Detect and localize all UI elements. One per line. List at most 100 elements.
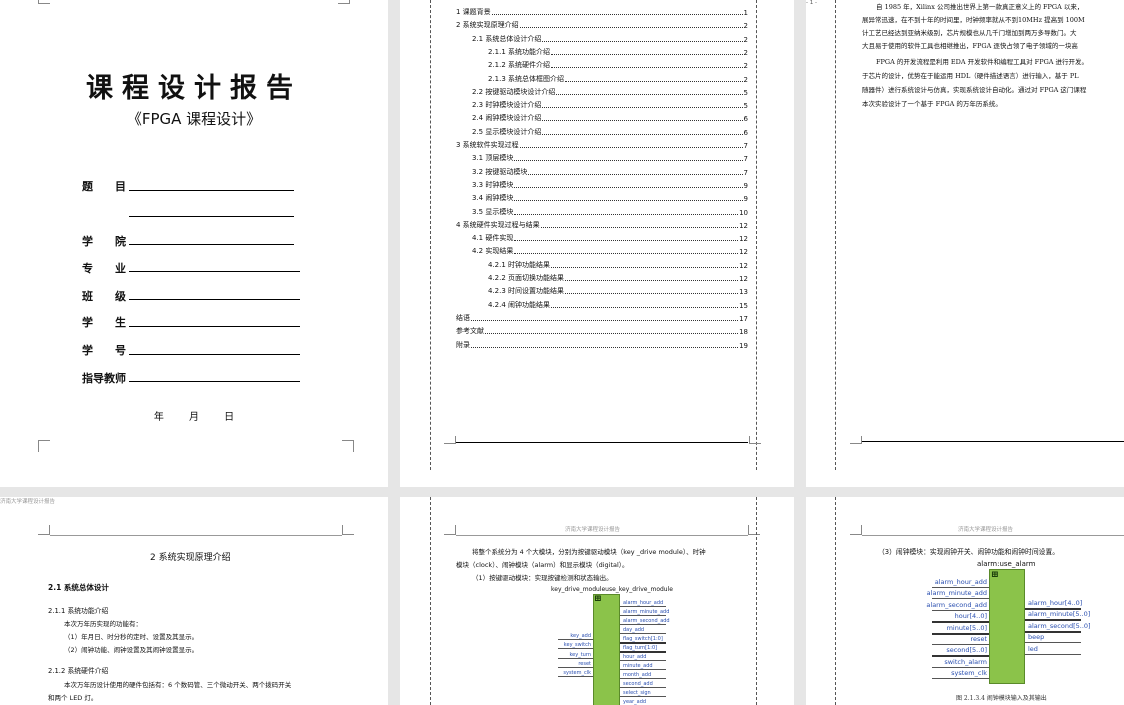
toc-entry[interactable]: 1 课题背景 1 — [456, 8, 748, 17]
output-port-line — [620, 615, 666, 616]
toc-leader — [565, 293, 739, 295]
output-port-label: alarm_minute_add — [623, 609, 670, 615]
output-port-line — [620, 642, 666, 644]
toc-entry[interactable]: 2 系统实现原理介绍 2 — [456, 21, 748, 30]
field-label-topic: 题 目 — [82, 180, 126, 193]
toc-entry[interactable]: 3.4 闹钟模块 9 — [472, 194, 748, 203]
output-port-line — [620, 669, 666, 670]
input-port-label: system_clk — [563, 670, 591, 677]
toc-entry-page: 6 — [743, 128, 748, 137]
toc-leader — [471, 346, 739, 348]
input-port-line — [932, 666, 989, 668]
toc-entry-title: 3.1 顶层模块 — [472, 154, 514, 163]
running-header: 济南大学课程设计报告 — [565, 527, 621, 533]
input-port-label: minute[5..0] — [946, 623, 987, 632]
input-port-line — [932, 644, 989, 645]
toc-entry[interactable]: 结语 17 — [456, 314, 748, 323]
key-drive-page[interactable]: 济南大学课程设计报告 将整个系统分为 4 个大模块，分别为按键驱动模块（key … — [400, 497, 794, 705]
chapter2-page[interactable]: 济南大学课程设计报告 2 系统实现原理介绍 2.1 系统总体设计 2.1.1 系… — [0, 497, 388, 705]
toc-entry[interactable]: 2.1.1 系统功能介绍 2 — [488, 48, 748, 57]
body-line: 于芯片的设计，优势在于能运用 HDL（硬件描述语言）进行输入，基于 PL — [862, 72, 1079, 80]
toc-entry[interactable]: 4 系统硬件实现过程与结果 12 — [456, 221, 748, 230]
output-port-label: flag_switch[1:0] — [623, 636, 663, 642]
toc-entry-page: 10 — [739, 208, 748, 217]
toc-entry[interactable]: 4.2.2 页面切换功能结果 12 — [488, 274, 748, 283]
toc-entry[interactable]: 3.5 显示模块 10 — [472, 208, 748, 217]
toc-entry-title: 2.1.3 系统总体框图介绍 — [488, 74, 565, 83]
toc-entry-page: 2 — [743, 48, 748, 57]
body-line: 和两个 LED 灯。 — [48, 694, 98, 702]
cover-page[interactable]: 课程设计报告 《FPGA 课程设计》 题 目 学 院 专 业 班 级 学 生 学… — [0, 0, 388, 487]
toc-entry[interactable]: 4.1 硬件实现 12 — [472, 234, 748, 243]
output-port-label: beep — [1028, 633, 1045, 642]
toc-leader — [514, 160, 743, 162]
toc-entry[interactable]: 2.1.3 系统总体框图介绍 2 — [488, 75, 748, 84]
toc-entry[interactable]: 4.2 实现结果 12 — [472, 247, 748, 256]
input-port-label: reset — [970, 635, 987, 643]
input-port-label: alarm_second_add — [926, 600, 987, 609]
body-line: 本次实验设计了一个基于 FPGA 的万年历系统。 — [862, 100, 1002, 108]
output-port-line — [620, 633, 666, 634]
toc-entry-title: 3 系统软件实现过程 — [456, 141, 519, 149]
module-title: key_drive_moduleuse_key_drive_module — [551, 586, 673, 593]
section-heading: 2.1 系统总体设计 — [48, 583, 109, 592]
input-port-line — [558, 676, 593, 678]
toc-entry-title: 3.3 时钟模块 — [472, 180, 514, 189]
output-port-label: alarm_hour[4..0] — [1028, 599, 1083, 607]
toc-entry[interactable]: 2.4 闹钟模块设计介绍 6 — [472, 114, 748, 123]
toc-entry[interactable]: 2.3 时钟模块设计介绍 5 — [472, 101, 748, 110]
background-page[interactable]: 自 1985 年，Xilinx 公司推出世界上第一款真正意义上的 FPGA 以来… — [806, 0, 1124, 487]
toc-entry-page: 7 — [743, 155, 748, 164]
toc-leader — [514, 213, 739, 215]
output-port-label: hour_add — [623, 654, 647, 660]
toc-entry-title: 参考文献 — [456, 327, 484, 336]
input-port-line — [932, 587, 989, 588]
input-port-label: reset — [578, 660, 591, 667]
output-port-label: alarm_minute[5..0] — [1028, 610, 1091, 619]
toc-entry[interactable]: 4.2.4 闹钟功能结果 15 — [488, 301, 748, 310]
toc-entry[interactable]: 3.3 时钟模块 9 — [472, 181, 748, 190]
toc-entry[interactable]: 3.1 顶层模块 7 — [472, 154, 748, 163]
toc-entry[interactable]: 3 系统软件实现过程 7 — [456, 141, 748, 150]
toc-entry-page: 5 — [743, 88, 748, 97]
field-label-college: 学 院 — [82, 235, 126, 248]
input-port-line — [558, 639, 593, 640]
input-port-line — [558, 657, 593, 659]
figure-caption: 图 2.1.3.4 闹钟模块输入及其输出 — [956, 695, 1047, 702]
body-line: （1）年月日、时分秒的定时、设置及其显示。 — [64, 633, 199, 641]
toc-entry[interactable]: 4.2.3 时间设置功能结果 13 — [488, 287, 748, 296]
toc-entry-page: 6 — [743, 115, 748, 124]
toc-entry-page: 5 — [743, 102, 748, 111]
output-port-label: day_add — [623, 627, 645, 633]
input-port-label: switch_alarm — [944, 657, 987, 666]
alarm-page[interactable]: 济南大学课程设计报告 （3）闹钟模块：实现闹钟开关、闹钟功能和闹钟时间设置。 a… — [806, 497, 1124, 705]
field-label-advisor: 指导教师 — [82, 372, 126, 385]
toc-entry[interactable]: 3.2 按键驱动模块 7 — [472, 168, 748, 177]
toc-entry[interactable]: 2.2 按键驱动模块设计介绍 5 — [472, 88, 748, 97]
toc-leader — [514, 240, 739, 242]
toc-entry[interactable]: 2.1.2 系统硬件介绍 2 — [488, 61, 748, 70]
toc-entry[interactable]: 2.5 显示模块设计介绍 6 — [472, 128, 748, 137]
toc-entry[interactable]: 4.2.1 时钟功能结果 12 — [488, 261, 748, 270]
input-port-line — [558, 666, 593, 668]
output-port-line — [1025, 642, 1081, 644]
body-line: 本次万年历实现的功能有： — [64, 620, 142, 628]
body-line: 随器件）进行系统设计与仿真，实现系统设计自动化。通过对 FPGA 这门课程 — [862, 86, 1087, 94]
toc-entry-title: 2.1.2 系统硬件介绍 — [488, 61, 551, 70]
toc-leader — [565, 80, 743, 82]
toc-entry[interactable]: 2.1 系统总体设计介绍 2 — [472, 35, 748, 44]
toc-page[interactable]: 1 课题背景 1 2 系统实现原理介绍 2 2.1 系统总体设计介绍 2 2.1.1 系统功… — [400, 0, 794, 487]
module-block — [593, 594, 620, 705]
output-port-line — [620, 651, 666, 653]
toc-leader — [514, 186, 743, 188]
header-rule — [50, 535, 342, 536]
output-port-label: month_add — [623, 672, 652, 678]
toc-entry-page: 2 — [743, 35, 748, 44]
field-line-topic — [129, 190, 294, 191]
toc-entry-title: 2.4 闹钟模块设计介绍 — [472, 114, 542, 123]
toc-leader — [485, 333, 739, 335]
toc-entry[interactable]: 参考文献 18 — [456, 327, 748, 336]
toc-leader — [551, 266, 739, 268]
toc-entry[interactable]: 附录 19 — [456, 341, 748, 350]
output-port-label: second_add — [623, 681, 653, 687]
